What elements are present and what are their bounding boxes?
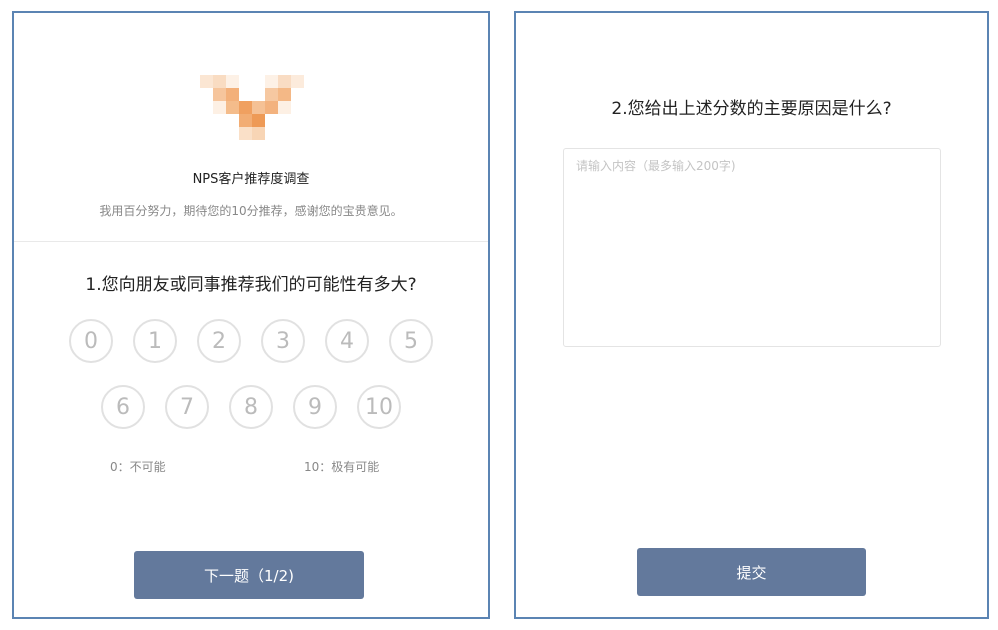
survey-page-2: 2.您给出上述分数的主要原因是什么? 提交: [514, 11, 989, 619]
submit-button[interactable]: 提交: [637, 548, 866, 596]
score-option-6[interactable]: 6: [101, 385, 145, 429]
score-option-10[interactable]: 10: [357, 385, 401, 429]
score-option-4[interactable]: 4: [325, 319, 369, 363]
question-2-text: 2.您给出上述分数的主要原因是什么?: [611, 99, 892, 119]
score-option-7[interactable]: 7: [165, 385, 209, 429]
next-question-button[interactable]: 下一题（1/2): [134, 551, 364, 599]
divider: [14, 241, 488, 242]
score-option-9[interactable]: 9: [293, 385, 337, 429]
survey-page-1: NPS客户推荐度调查 我用百分努力，期待您的10分推荐，感谢您的宝贵意见。 1.…: [12, 11, 490, 619]
scale-high-label: 10：极有可能: [304, 460, 380, 474]
survey-subtitle: 我用百分努力，期待您的10分推荐，感谢您的宝贵意见。: [99, 204, 403, 218]
score-row-1: 0 1 2 3 4 5: [14, 319, 488, 363]
question-1-text: 1.您向朋友或同事推荐我们的可能性有多大?: [85, 275, 417, 295]
score-option-8[interactable]: 8: [229, 385, 273, 429]
company-logo: [200, 65, 310, 145]
score-option-5[interactable]: 5: [389, 319, 433, 363]
survey-title: NPS客户推荐度调查: [192, 172, 310, 187]
score-row-2: 6 7 8 9 10: [14, 385, 488, 429]
score-option-0[interactable]: 0: [69, 319, 113, 363]
score-option-1[interactable]: 1: [133, 319, 177, 363]
reason-textarea[interactable]: [563, 148, 941, 347]
score-option-3[interactable]: 3: [261, 319, 305, 363]
score-option-2[interactable]: 2: [197, 319, 241, 363]
scale-low-label: 0：不可能: [110, 460, 166, 474]
